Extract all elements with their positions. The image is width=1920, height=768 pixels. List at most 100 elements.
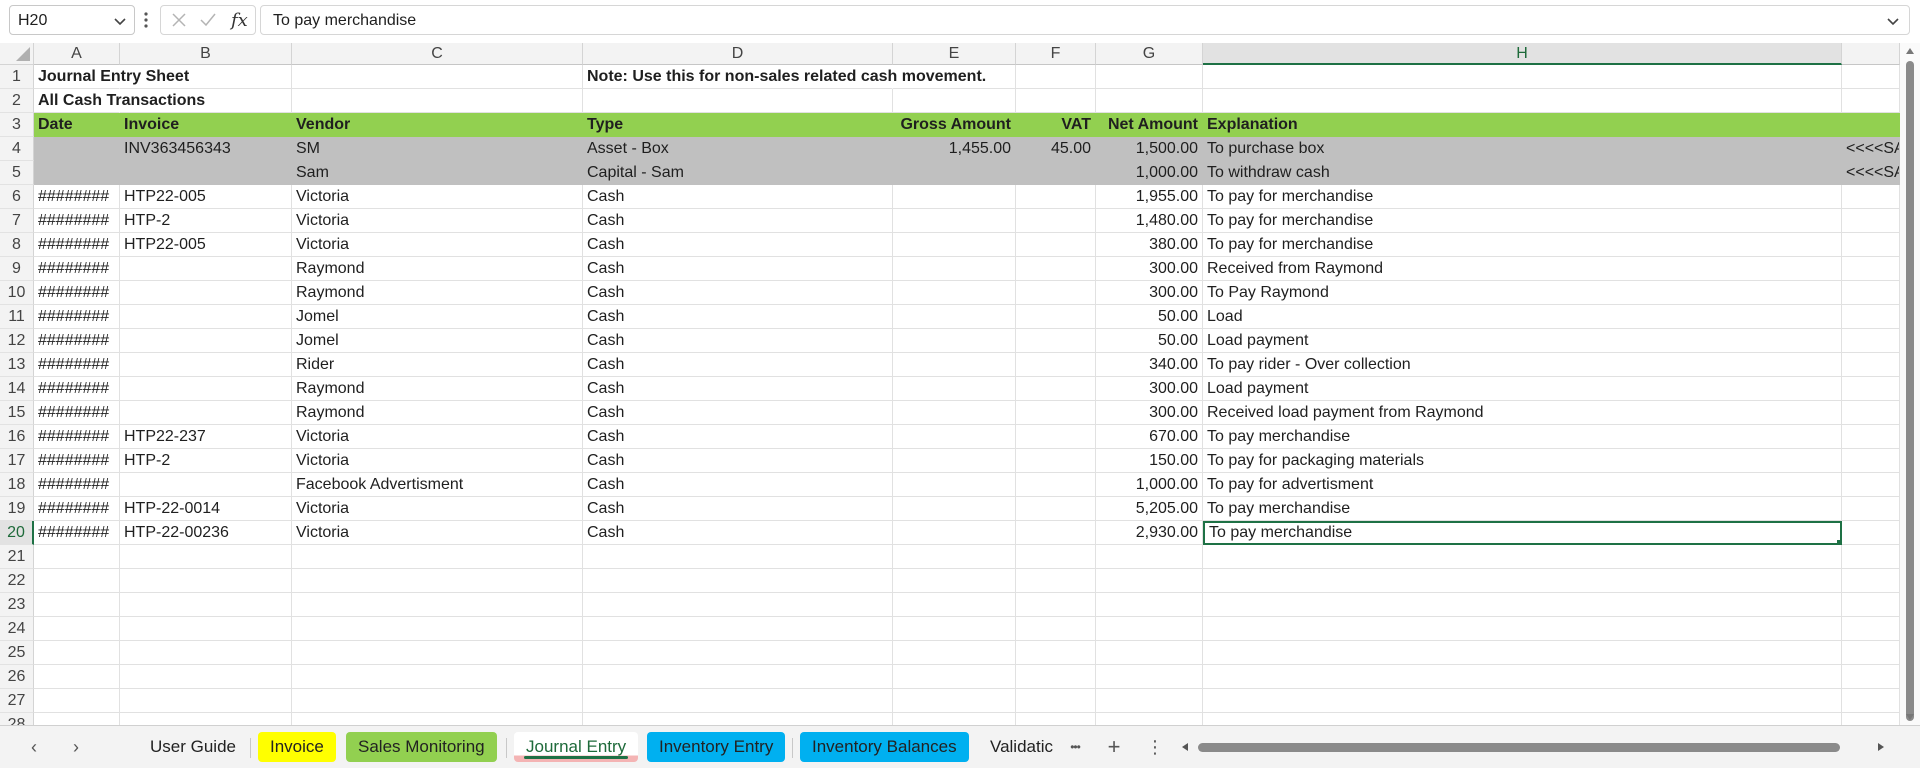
cell-a13[interactable]: ######## — [34, 353, 120, 377]
cell-b14[interactable] — [120, 377, 292, 401]
row-header[interactable]: 3 — [0, 113, 34, 137]
cell-h3[interactable]: Explanation — [1203, 113, 1842, 137]
cell-b5[interactable] — [120, 161, 292, 185]
cell-f11[interactable] — [1016, 305, 1096, 329]
cell-h28[interactable] — [1203, 713, 1842, 725]
cell-g23[interactable] — [1096, 593, 1203, 617]
cell-h2[interactable] — [1203, 89, 1842, 113]
cell-b9[interactable] — [120, 257, 292, 281]
cell-b8[interactable]: HTP22-005 — [120, 233, 292, 257]
cell-c17[interactable]: Victoria — [292, 449, 583, 473]
cell-g6[interactable]: 1,955.00 — [1096, 185, 1203, 209]
cell-b27[interactable] — [120, 689, 292, 713]
scroll-left-icon[interactable] — [1180, 742, 1190, 752]
cell-h27[interactable] — [1203, 689, 1842, 713]
cell-c13[interactable]: Rider — [292, 353, 583, 377]
cell-h16[interactable]: To pay merchandise — [1203, 425, 1842, 449]
cell-g18[interactable]: 1,000.00 — [1096, 473, 1203, 497]
cell-a26[interactable] — [34, 665, 120, 689]
cell-g4[interactable]: 1,500.00 — [1096, 137, 1203, 161]
cell-c20[interactable]: Victoria — [292, 521, 583, 545]
cell-e16[interactable] — [893, 425, 1016, 449]
cell-f3[interactable]: VAT — [1016, 113, 1096, 137]
cell-i4[interactable]: <<<<SA — [1842, 137, 1900, 161]
column-header-c[interactable]: C — [292, 43, 583, 65]
cell-f10[interactable] — [1016, 281, 1096, 305]
cell-b28[interactable] — [120, 713, 292, 725]
add-sheet-icon[interactable]: + — [1102, 736, 1126, 760]
cell-f5[interactable] — [1016, 161, 1096, 185]
cell-h12[interactable]: Load payment — [1203, 329, 1842, 353]
cell-d17[interactable]: Cash — [583, 449, 893, 473]
cell-i26[interactable] — [1842, 665, 1900, 689]
cell-e10[interactable] — [893, 281, 1016, 305]
cell-e19[interactable] — [893, 497, 1016, 521]
cell-a1[interactable]: Journal Entry Sheet — [34, 65, 189, 89]
cell-d7[interactable]: Cash — [583, 209, 893, 233]
cell-a16[interactable]: ######## — [34, 425, 120, 449]
cell-i15[interactable] — [1842, 401, 1900, 425]
cell-i25[interactable] — [1842, 641, 1900, 665]
cell-b16[interactable]: HTP22-237 — [120, 425, 292, 449]
cell-b10[interactable] — [120, 281, 292, 305]
cell-d22[interactable] — [583, 569, 893, 593]
cell-f17[interactable] — [1016, 449, 1096, 473]
cell-d18[interactable]: Cash — [583, 473, 893, 497]
vertical-scrollbar[interactable] — [1900, 43, 1920, 725]
cell-b15[interactable] — [120, 401, 292, 425]
cell-a22[interactable] — [34, 569, 120, 593]
cell-f9[interactable] — [1016, 257, 1096, 281]
cell-a10[interactable]: ######## — [34, 281, 120, 305]
cell-a11[interactable]: ######## — [34, 305, 120, 329]
cell-h4[interactable]: To purchase box — [1203, 137, 1842, 161]
cell-c26[interactable] — [292, 665, 583, 689]
cell-a17[interactable]: ######## — [34, 449, 120, 473]
cell-d24[interactable] — [583, 617, 893, 641]
row-header[interactable]: 27 — [0, 689, 34, 713]
cell-f28[interactable] — [1016, 713, 1096, 725]
row-header[interactable]: 24 — [0, 617, 34, 641]
cell-f2[interactable] — [1016, 89, 1096, 113]
cell-c16[interactable]: Victoria — [292, 425, 583, 449]
cell-d25[interactable] — [583, 641, 893, 665]
row-header[interactable]: 14 — [0, 377, 34, 401]
cell-c5[interactable]: Sam — [292, 161, 583, 185]
cell-i28[interactable] — [1842, 713, 1900, 725]
tab-sales-monitoring[interactable]: Sales Monitoring — [346, 732, 497, 762]
cell-g5[interactable]: 1,000.00 — [1096, 161, 1203, 185]
select-all-button[interactable] — [0, 43, 34, 65]
cell-h14[interactable]: Load payment — [1203, 377, 1842, 401]
row-header[interactable]: 21 — [0, 545, 34, 569]
cell-g7[interactable]: 1,480.00 — [1096, 209, 1203, 233]
cell-d12[interactable]: Cash — [583, 329, 893, 353]
cell-a4[interactable] — [34, 137, 120, 161]
cell-f6[interactable] — [1016, 185, 1096, 209]
cell-c8[interactable]: Victoria — [292, 233, 583, 257]
cell-c9[interactable]: Raymond — [292, 257, 583, 281]
row-header[interactable]: 19 — [0, 497, 34, 521]
cell-h10[interactable]: To Pay Raymond — [1203, 281, 1842, 305]
column-header-i[interactable] — [1842, 43, 1900, 65]
cell-d9[interactable]: Cash — [583, 257, 893, 281]
name-box[interactable]: H20 — [9, 5, 135, 35]
cell-g12[interactable]: 50.00 — [1096, 329, 1203, 353]
scroll-right-icon[interactable] — [1876, 742, 1886, 752]
cell-i7[interactable] — [1842, 209, 1900, 233]
row-header[interactable]: 9 — [0, 257, 34, 281]
cell-d16[interactable]: Cash — [583, 425, 893, 449]
cell-g26[interactable] — [1096, 665, 1203, 689]
row-header[interactable]: 26 — [0, 665, 34, 689]
cell-d27[interactable] — [583, 689, 893, 713]
cell-b11[interactable] — [120, 305, 292, 329]
cell-i21[interactable] — [1842, 545, 1900, 569]
cell-h22[interactable] — [1203, 569, 1842, 593]
cell-e14[interactable] — [893, 377, 1016, 401]
cell-b26[interactable] — [120, 665, 292, 689]
row-header[interactable]: 4 — [0, 137, 34, 161]
formula-input[interactable]: To pay merchandise — [260, 5, 1910, 35]
cell-e3[interactable]: Gross Amount — [893, 113, 1016, 137]
more-vertical-icon[interactable] — [142, 10, 150, 30]
cell-a3[interactable]: Date — [34, 113, 120, 137]
more-sheets-icon[interactable]: ••• — [1063, 736, 1087, 760]
cell-e7[interactable] — [893, 209, 1016, 233]
